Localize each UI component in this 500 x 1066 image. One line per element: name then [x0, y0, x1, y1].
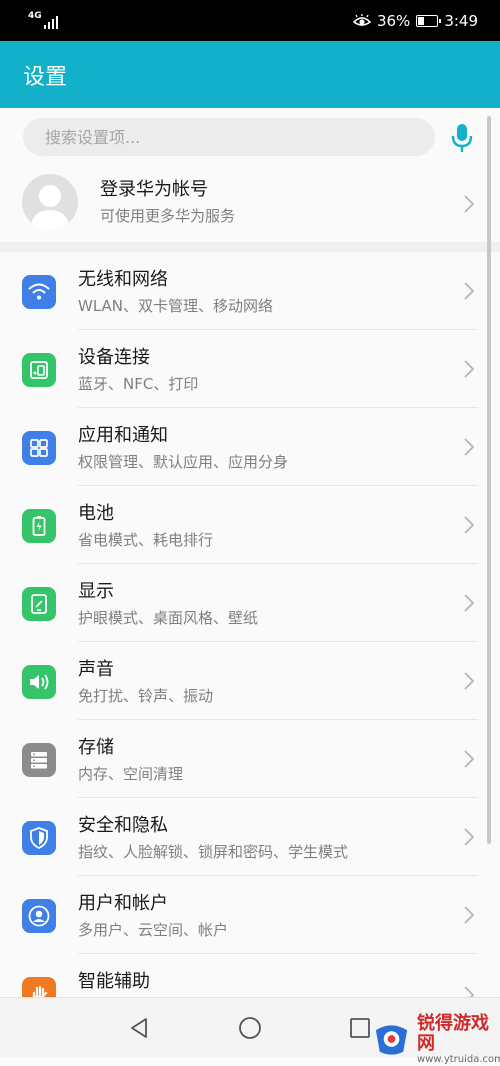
item-title: 应用和通知: [78, 425, 168, 446]
watermark-logo-icon: [375, 1025, 408, 1055]
chevron-right-icon: [464, 516, 474, 534]
chevron-right-icon: [464, 594, 474, 612]
status-bar: 4G 36% 3:49: [0, 0, 500, 41]
chevron-right-icon: [464, 828, 474, 846]
item-title: 设备连接: [78, 347, 150, 368]
network-type: 4G: [28, 11, 42, 21]
clock: 3:49: [444, 11, 478, 30]
item-title: 声音: [78, 659, 114, 680]
battery-percent: 36%: [376, 11, 411, 30]
settings-item-storage[interactable]: 存储 内存、空间清理: [0, 720, 500, 798]
eye-comfort-icon: [352, 13, 371, 26]
page-title: 设置: [23, 64, 68, 90]
settings-item-wireless[interactable]: 无线和网络 WLAN、双卡管理、移动网络: [0, 252, 500, 330]
item-title: 无线和网络: [78, 269, 168, 290]
account-text: 登录华为帐号 可使用更多华为服务: [100, 178, 235, 226]
signal-icon: [43, 15, 58, 29]
avatar: [22, 174, 78, 230]
chevron-right-icon: [464, 906, 474, 924]
chevron-right-icon: [464, 195, 474, 213]
item-title: 智能辅助: [78, 971, 150, 992]
account-title: 登录华为帐号: [100, 179, 208, 200]
item-subtitle: 护眼模式、桌面风格、壁纸: [78, 609, 259, 627]
watermark-url: www.ytruida.com: [417, 1054, 500, 1065]
wifi-icon: [22, 275, 56, 309]
section-divider: [0, 242, 500, 252]
user-account-icon: [22, 899, 56, 933]
signal-group: 4G: [28, 12, 58, 29]
status-right: 36% 3:49: [352, 11, 478, 30]
item-subtitle: 免打扰、铃声、振动: [78, 687, 214, 705]
security-shield-icon: [22, 821, 56, 855]
chevron-right-icon: [464, 672, 474, 690]
item-title: 安全和隐私: [78, 815, 168, 836]
settings-item-users[interactable]: 用户和帐户多用户、云空间、帐户: [0, 876, 500, 954]
item-title: 用户和帐户: [78, 893, 168, 914]
item-title: 电池: [78, 503, 114, 524]
item-subtitle: 省电模式、耗电排行: [78, 531, 214, 549]
scrollbar[interactable]: [487, 116, 491, 844]
recents-icon[interactable]: [346, 1014, 374, 1042]
settings-list: 无线和网络 WLAN、双卡管理、移动网络 设备连接蓝牙、NFC、打印 应用和通知权…: [0, 252, 500, 1032]
battery-icon: [416, 14, 442, 27]
item-subtitle: 多用户、云空间、帐户: [78, 921, 229, 939]
watermark-name: 锐得游戏网: [417, 1013, 490, 1054]
home-icon[interactable]: [236, 1014, 264, 1042]
settings-item-security[interactable]: 安全和隐私指纹、人脸解锁、锁屏和密码、学生模式: [0, 798, 500, 876]
mic-icon[interactable]: [450, 122, 474, 154]
settings-item-display[interactable]: 显示护眼模式、桌面风格、壁纸: [0, 564, 500, 642]
chevron-right-icon: [464, 360, 474, 378]
account-subtitle: 可使用更多华为服务: [100, 207, 236, 225]
watermark: 锐得游戏网 www.ytruida.com: [372, 1014, 500, 1066]
settings-item-apps[interactable]: 应用和通知权限管理、默认应用、应用分身: [0, 408, 500, 486]
settings-item-battery[interactable]: 电池省电模式、耗电排行: [0, 486, 500, 564]
chevron-right-icon: [464, 282, 474, 300]
device-connection-icon: [22, 353, 56, 387]
item-subtitle: 权限管理、默认应用、应用分身: [78, 453, 289, 471]
search-bar: [0, 108, 500, 166]
item-subtitle: WLAN、双卡管理、移动网络: [78, 297, 274, 315]
avatar-placeholder-icon: [30, 185, 70, 230]
battery-icon: [22, 509, 56, 543]
display-icon: [22, 587, 56, 621]
settings-item-device-connection[interactable]: 设备连接蓝牙、NFC、打印: [0, 330, 500, 408]
item-title: 存储: [78, 737, 114, 758]
item-subtitle: 指纹、人脸解锁、锁屏和密码、学生模式: [78, 843, 349, 861]
account-row[interactable]: 登录华为帐号 可使用更多华为服务: [0, 166, 500, 242]
app-header: 设置: [0, 41, 500, 108]
item-title: 显示: [78, 581, 114, 602]
item-subtitle: 蓝牙、NFC、打印: [78, 375, 199, 393]
search-input[interactable]: [23, 118, 435, 156]
chevron-right-icon: [464, 438, 474, 456]
sound-icon: [22, 665, 56, 699]
settings-item-sound[interactable]: 声音免打扰、铃声、振动: [0, 642, 500, 720]
back-icon[interactable]: [126, 1014, 154, 1042]
storage-icon: [22, 743, 56, 777]
apps-icon: [22, 431, 56, 465]
chevron-right-icon: [464, 750, 474, 768]
item-subtitle: 内存、空间清理: [78, 765, 184, 783]
battery-fill: [418, 16, 425, 25]
